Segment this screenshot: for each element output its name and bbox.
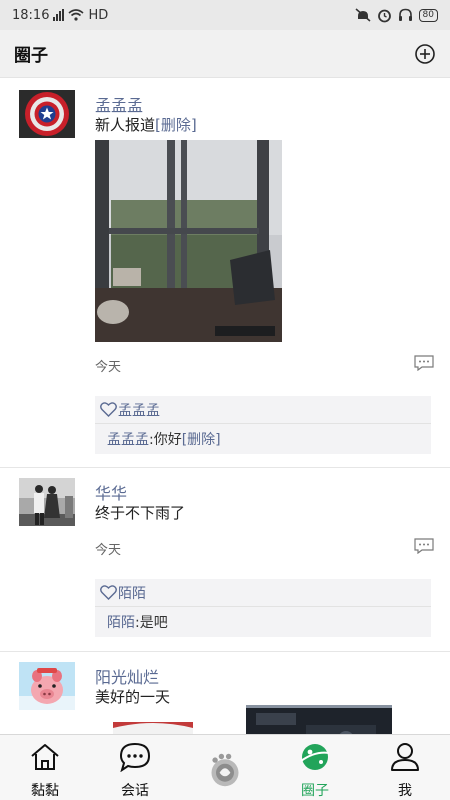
post-content: 新人报道[删除] — [95, 114, 197, 135]
post-text: 新人报道 — [95, 116, 156, 134]
couple-photo-avatar — [19, 478, 75, 526]
likes-names[interactable]: 陌陌 — [118, 583, 146, 603]
comment-item[interactable]: 陌陌:是吧 — [95, 607, 431, 637]
post-card: 阳光灿烂 美好的一天 — [0, 652, 450, 734]
status-bar: 18:16 HD 80 — [0, 0, 450, 30]
tab-chat[interactable]: 会话 — [90, 735, 180, 800]
headphones-icon — [398, 8, 412, 21]
chat-bubble-icon — [119, 742, 151, 772]
app-header: 圈子 — [0, 30, 450, 78]
wifi-icon — [68, 9, 84, 21]
alarm-icon — [377, 9, 391, 22]
likes-row: 陌陌 — [95, 579, 431, 607]
post-author[interactable]: 阳光灿烂 — [95, 664, 159, 688]
status-left: 18:16 HD — [12, 8, 108, 23]
home-icon — [31, 744, 59, 770]
tab-label: 会话 — [121, 783, 149, 799]
tab-label: 圈子 — [301, 783, 329, 799]
comment-item[interactable]: 孟孟孟:你好 [删除] — [95, 424, 431, 454]
likes-row: 孟孟孟 — [95, 396, 431, 424]
pig-avatar — [19, 662, 75, 710]
network-type: HD — [88, 7, 109, 23]
comment-author[interactable]: 陌陌 — [107, 612, 135, 632]
window-view-photo — [95, 140, 282, 342]
delete-post-link[interactable]: [删除] — [155, 116, 197, 134]
avatar[interactable] — [19, 90, 75, 138]
battery-indicator: 80 — [418, 8, 438, 22]
heart-icon — [100, 585, 117, 600]
bottom-tab-bar: 黏黏 会话 圈子 我 — [0, 734, 450, 800]
photo-thumbnail — [246, 705, 392, 734]
avatar[interactable] — [19, 662, 75, 710]
captain-shield-avatar — [19, 90, 75, 138]
mute-icon — [355, 8, 371, 22]
heart-icon — [100, 402, 117, 417]
tab-center[interactable] — [180, 735, 270, 800]
post-time: 今天 — [95, 360, 122, 375]
comment-text: :你好 — [149, 432, 182, 448]
photo-thumbnail — [113, 722, 193, 734]
page-title: 圈子 — [14, 46, 48, 66]
status-time: 18:16 — [12, 7, 50, 23]
post-text: 美好的一天 — [95, 688, 171, 706]
likes-names[interactable]: 孟孟孟 — [118, 400, 160, 420]
post-card: 华华 终于不下雨了 今天 陌陌 陌陌:是吧 — [0, 468, 450, 652]
comment-author[interactable]: 孟孟孟 — [107, 429, 149, 449]
post-author[interactable]: 华华 — [95, 480, 127, 504]
person-icon — [391, 743, 419, 771]
tab-me[interactable]: 我 — [360, 735, 450, 800]
post-photo[interactable] — [113, 722, 193, 734]
delete-comment-link[interactable]: [删除] — [182, 429, 221, 449]
center-logo-icon — [211, 753, 239, 787]
post-text: 终于不下雨了 — [95, 504, 186, 522]
post-card: 孟孟孟 新人报道[删除] 今天 孟孟孟 孟孟孟:你好 [删除] — [0, 79, 450, 468]
interaction-box: 孟孟孟 孟孟孟:你好 [删除] — [95, 396, 431, 454]
signal-icon — [53, 9, 65, 21]
tab-label: 黏黏 — [31, 783, 59, 799]
status-right: 80 — [355, 8, 438, 23]
comment-bubble-icon[interactable] — [414, 538, 434, 554]
avatar[interactable] — [19, 478, 75, 526]
post-content: 终于不下雨了 — [95, 502, 185, 523]
planet-icon — [300, 744, 330, 770]
post-time: 今天 — [95, 543, 122, 558]
tab-home[interactable]: 黏黏 — [0, 735, 90, 800]
interaction-box: 陌陌 陌陌:是吧 — [95, 579, 431, 637]
post-content: 美好的一天 — [95, 686, 170, 707]
post-author[interactable]: 孟孟孟 — [95, 92, 143, 116]
add-circle-icon[interactable] — [414, 43, 436, 65]
tab-label: 我 — [398, 783, 412, 799]
moments-feed[interactable]: 孟孟孟 新人报道[删除] 今天 孟孟孟 孟孟孟:你好 [删除] 华华 终于不下… — [0, 79, 450, 734]
tab-circle[interactable]: 圈子 — [270, 735, 360, 800]
post-photo[interactable] — [246, 705, 392, 734]
post-photo[interactable] — [95, 140, 282, 342]
comment-bubble-icon[interactable] — [414, 355, 434, 371]
comment-text: :是吧 — [135, 615, 168, 631]
